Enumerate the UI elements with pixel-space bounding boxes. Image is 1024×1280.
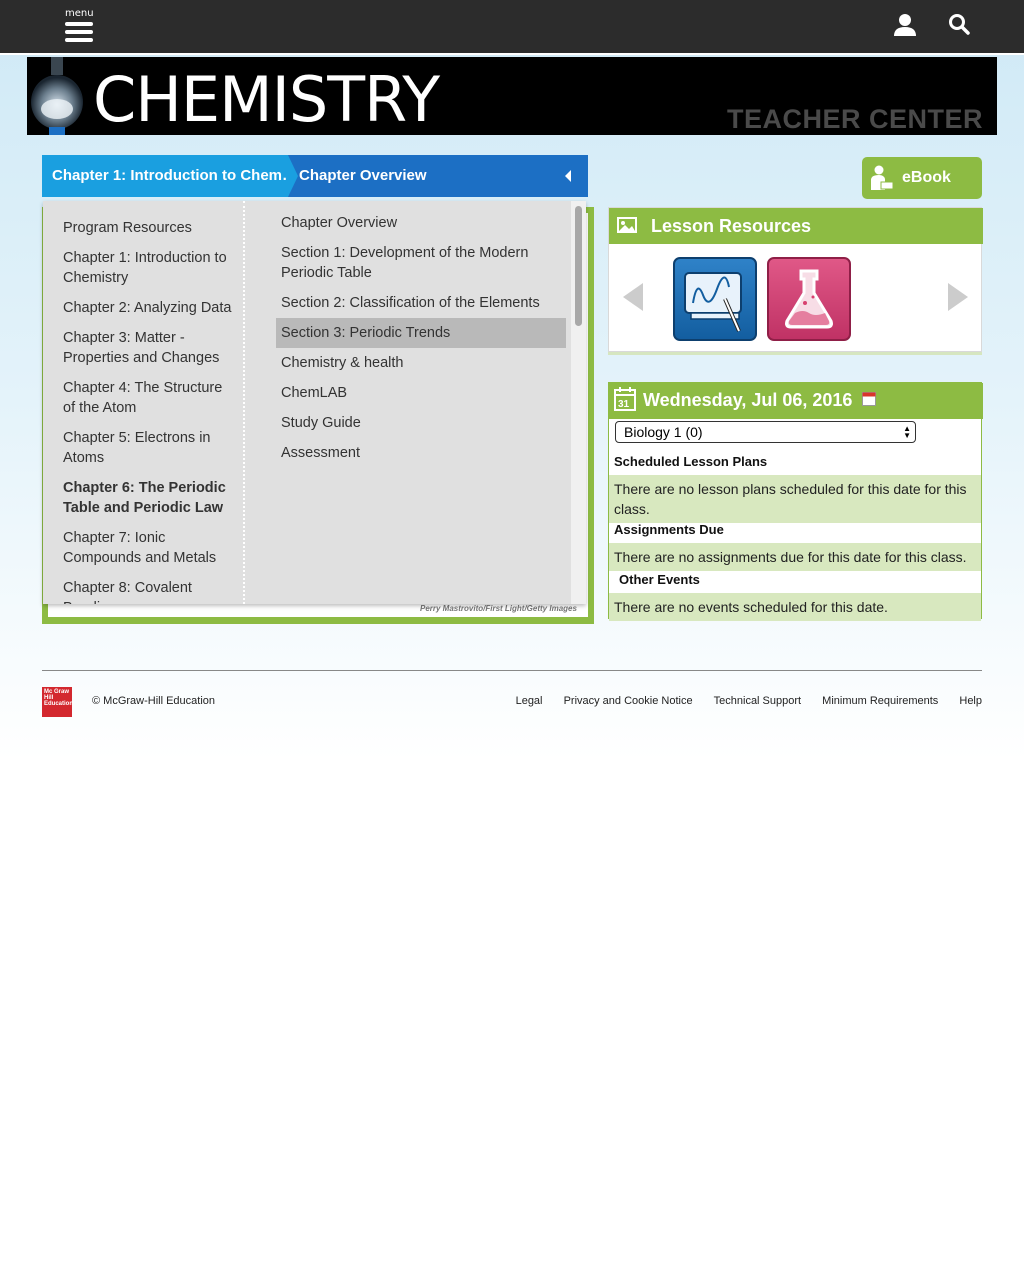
menu-item-assessment[interactable]: Assessment — [276, 443, 566, 463]
menu-item-section-2[interactable]: Section 2: Classification of the Element… — [276, 293, 566, 313]
assignments-label: Assignments Due — [614, 522, 724, 537]
collapse-arrow-icon[interactable] — [565, 170, 571, 182]
breadcrumb-current-label: Chapter Overview — [299, 167, 427, 184]
carousel-prev-icon[interactable] — [623, 283, 643, 311]
menu-item-chemistry-health[interactable]: Chemistry & health — [276, 353, 566, 373]
class-select[interactable]: Biology 1 (0) ▲ ▼ — [615, 421, 916, 443]
menu-item-chapter-overview[interactable]: Chapter Overview — [276, 213, 566, 233]
breadcrumb-separator — [288, 155, 298, 197]
carousel-next-icon[interactable] — [948, 283, 968, 311]
svg-text:31: 31 — [618, 399, 630, 410]
menu-item-chapter-7[interactable]: Chapter 7: Ionic Compounds and Metals — [63, 528, 243, 568]
menu-item-chapter-3[interactable]: Chapter 3: Matter - Properties and Chang… — [63, 328, 243, 368]
select-arrows-icon: ▲ ▼ — [903, 424, 911, 440]
mcgraw-hill-logo-text: Mc Graw Hill Education — [44, 689, 74, 707]
lesson-resources-panel: Lesson Resources — [608, 207, 983, 352]
ebook-label: eBook — [902, 169, 951, 186]
section-list: Chapter Overview Section 1: Development … — [276, 213, 566, 473]
lesson-resources-title: Lesson Resources — [651, 216, 812, 236]
lab-resource-button[interactable] — [767, 257, 851, 341]
assignments-message: There are no assignments due for this da… — [609, 543, 981, 571]
menu-item-chapter-2[interactable]: Chapter 2: Analyzing Data — [63, 298, 243, 318]
breadcrumb-current[interactable]: Chapter Overview — [299, 155, 559, 197]
menu-item-chapter-4[interactable]: Chapter 4: The Structure of the Atom — [63, 378, 243, 418]
chapter-navigation-menu: Program Resources Chapter 1: Introductio… — [43, 201, 586, 604]
menu-item-program-resources[interactable]: Program Resources — [63, 218, 243, 238]
banner-subtitle: TEACHER CENTER — [726, 104, 983, 134]
whiteboard-resource-button[interactable] — [673, 257, 757, 341]
copyright: © McGraw-Hill Education — [92, 695, 216, 707]
menu-item-chapter-6[interactable]: Chapter 6: The Periodic Table and Period… — [63, 478, 243, 518]
footer-link-support[interactable]: Technical Support — [714, 695, 801, 707]
flask-image — [31, 57, 83, 135]
footer-link-help[interactable]: Help — [959, 695, 982, 707]
calendar-panel: 31 Wednesday, Jul 06, 2016 Biology 1 (0)… — [608, 382, 983, 621]
hamburger-icon — [65, 22, 93, 46]
menu-item-chemlab[interactable]: ChemLAB — [276, 383, 566, 403]
calendar-header: 31 Wednesday, Jul 06, 2016 — [609, 383, 983, 419]
image-credit: Perry Mastrovito/First Light/Getty Image… — [420, 604, 577, 613]
banner-title: CHEMISTRY — [93, 63, 440, 135]
top-bar: menu — [0, 0, 1024, 55]
chapter-list: Program Resources Chapter 1: Introductio… — [43, 201, 245, 604]
footer-link-requirements[interactable]: Minimum Requirements — [822, 695, 938, 707]
footer-divider — [42, 670, 982, 671]
search-icon[interactable] — [948, 13, 970, 35]
user-icon[interactable] — [892, 12, 918, 38]
breadcrumb-chapter[interactable]: Chapter 1: Introduction to Chem… — [42, 155, 288, 197]
calendar-icon: 31 — [614, 387, 636, 411]
footer-link-legal[interactable]: Legal — [516, 695, 543, 707]
menu-item-chapter-5[interactable]: Chapter 5: Electrons in Atoms — [63, 428, 243, 468]
menu-item-section-3[interactable]: Section 3: Periodic Trends — [276, 318, 566, 348]
class-select-value: Biology 1 (0) — [624, 424, 703, 440]
lesson-resources-shadow — [608, 352, 982, 355]
lesson-plans-message: There are no lesson plans scheduled for … — [609, 475, 981, 523]
date-picker-icon[interactable] — [862, 391, 876, 406]
lab-flask-icon — [785, 269, 833, 329]
events-message: There are no events scheduled for this d… — [609, 593, 981, 621]
footer-link-privacy[interactable]: Privacy and Cookie Notice — [564, 695, 693, 707]
calendar-date: Wednesday, Jul 06, 2016 — [643, 390, 853, 410]
lesson-resources-header: Lesson Resources — [609, 208, 983, 244]
chemistry-banner: CHEMISTRY TEACHER CENTER — [27, 57, 997, 135]
whiteboard-icon — [684, 272, 742, 332]
menu-item-chapter-1[interactable]: Chapter 1: Introduction to Chemistry — [63, 248, 243, 288]
lesson-plans-label: Scheduled Lesson Plans — [614, 454, 768, 469]
breadcrumb: Chapter 1: Introduction to Chem… Chapter… — [42, 155, 588, 197]
menu-label: menu — [65, 8, 94, 19]
mcgraw-hill-logo[interactable]: Mc Graw Hill Education — [42, 687, 74, 717]
reader-icon — [871, 165, 894, 190]
image-icon — [617, 217, 637, 233]
menu-scrollbar-thumb[interactable] — [575, 206, 582, 326]
menu-item-chapter-8[interactable]: Chapter 8: Covalent Bonding — [63, 578, 243, 604]
menu-button[interactable]: menu — [62, 8, 98, 44]
menu-item-section-1[interactable]: Section 1: Development of the Modern Per… — [276, 243, 566, 283]
footer-links: Legal Privacy and Cookie Notice Technica… — [498, 695, 982, 707]
ebook-button[interactable]: eBook — [862, 157, 982, 199]
menu-item-study-guide[interactable]: Study Guide — [276, 413, 566, 433]
events-label: Other Events — [619, 572, 700, 587]
